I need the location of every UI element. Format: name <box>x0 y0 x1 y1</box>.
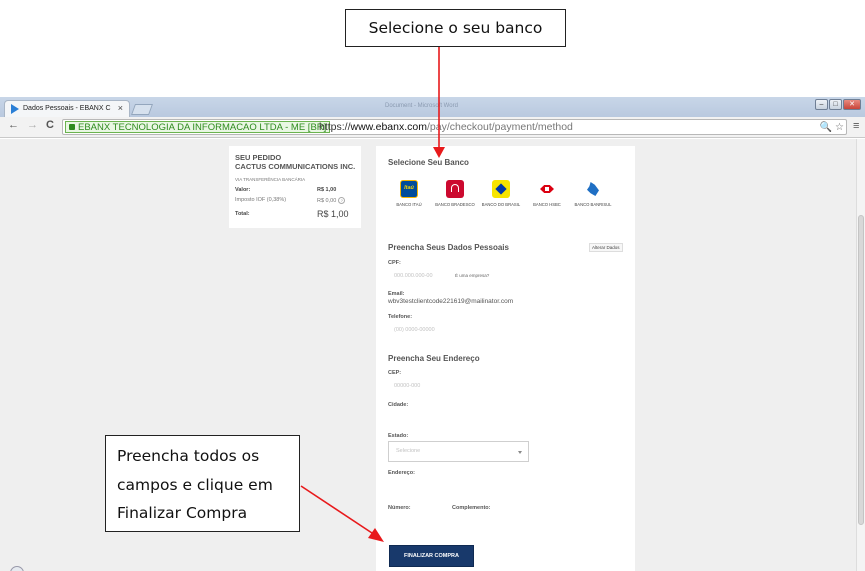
numero-label: Número: <box>388 505 411 511</box>
tab-title: Dados Pessoais - EBANX C <box>23 105 111 112</box>
cidade-label: Cidade: <box>388 402 409 408</box>
bank-name: BANCO BRADESCO <box>435 202 475 207</box>
cpf-label: CPF: <box>388 260 401 266</box>
chevron-down-icon <box>518 451 522 454</box>
cpf-input[interactable]: 000.000.000-00 <box>394 273 433 279</box>
finalizar-compra-button[interactable]: FINALIZAR COMPRA <box>389 545 474 567</box>
bank-name: BANCO HSBC <box>533 202 561 207</box>
complemento-label: Complemento: <box>452 505 491 511</box>
bank-option-itau[interactable]: Itaú BANCO ITAÚ <box>388 180 430 207</box>
lock-icon <box>69 124 75 130</box>
bank-section-title: Selecione Seu Banco <box>388 158 469 167</box>
callout-line: Preencha todos os <box>117 447 260 465</box>
screenshot: Dados Pessoais - EBANX C × Document - Mi… <box>0 0 865 571</box>
iof-value-row: R$ 0,00? <box>317 197 346 204</box>
forward-arrow-icon[interactable]: → <box>27 119 38 131</box>
background-window-title: Document - Microsoft Word <box>385 103 458 109</box>
callout-line: campos e clique em <box>117 475 273 494</box>
total-label: Total: <box>235 211 250 217</box>
address-bar[interactable]: EBANX TECNOLOGIA DA INFORMACAO LTDA - ME… <box>62 119 847 135</box>
telefone-label: Telefone: <box>388 314 413 320</box>
bookmark-star-icon[interactable]: ☆ <box>835 121 844 135</box>
url-domain: www.ebanx.com <box>350 121 427 133</box>
order-heading: SEU PEDIDO <box>235 153 282 162</box>
reload-icon[interactable]: C <box>46 119 54 131</box>
bank-option-bradesco[interactable]: BANCO BRADESCO <box>434 180 476 207</box>
maximize-button[interactable]: □ <box>829 99 842 110</box>
help-icon[interactable]: ? <box>338 197 346 204</box>
url-scheme: https:// <box>319 121 351 133</box>
cep-label: CEP: <box>388 370 402 376</box>
payment-method-note: VIA TRANSFERÊNCIA BANCÁRIA <box>235 177 306 182</box>
checkout-form: Selecione Seu Banco Itaú BANCO ITAÚ BANC… <box>376 146 635 571</box>
valor-value: R$ 1,00 <box>317 187 337 193</box>
estado-select-value: Selecione <box>396 448 421 454</box>
address-title: Preencha Seu Endereço <box>388 354 480 363</box>
itau-logo-icon: Itaú <box>400 180 418 198</box>
personal-data-title: Preencha Seus Dados Pessoais <box>388 243 509 252</box>
bank-option-banco-do-brasil[interactable]: BANCO DO BRASIL <box>480 180 522 207</box>
back-arrow-icon[interactable]: ← <box>8 119 19 131</box>
alterar-dados-button[interactable]: Alterar Dados <box>589 243 623 252</box>
total-value: R$ 1,00 <box>317 209 349 219</box>
iof-value: R$ 0,00 <box>317 198 337 204</box>
merchant-name: CACTUS COMMUNICATIONS INC. <box>235 162 356 171</box>
ev-certificate-badge[interactable]: EBANX TECNOLOGIA DA INFORMACAO LTDA - ME… <box>65 121 331 133</box>
iof-label: Imposto IOF (0,38%) <box>235 197 287 203</box>
bank-name: BANCO BANRISUL <box>574 202 612 207</box>
callout-fill-fields: Preencha todos os campos e clique em Fin… <box>105 435 300 532</box>
endereco-label: Endereço: <box>388 470 415 476</box>
url-path: /pay/checkout/payment/method <box>426 121 573 133</box>
play-favicon-icon <box>11 104 19 114</box>
bradesco-logo-icon <box>446 180 464 198</box>
scrollbar-thumb[interactable] <box>858 215 864 525</box>
telefone-input[interactable]: (00) 0000-00000 <box>394 327 435 333</box>
bank-option-banrisul[interactable]: BANCO BANRISUL <box>572 180 614 207</box>
minimize-button[interactable]: – <box>815 99 828 110</box>
valor-label: Valor: <box>235 187 251 193</box>
callout-line: Finalizar Compra <box>117 504 248 522</box>
browser-tab[interactable]: Dados Pessoais - EBANX C × <box>4 100 130 117</box>
bank-name: BANCO DO BRASIL <box>481 202 521 207</box>
window-controls: – □ ✕ <box>815 99 861 110</box>
empresa-link[interactable]: É uma empresa? <box>455 273 489 278</box>
email-input[interactable]: wbv3testclientcode221619@mailinator.com <box>388 298 513 305</box>
banrisul-logo-icon <box>584 180 602 198</box>
estado-select[interactable]: Selecione <box>388 441 529 462</box>
zoom-icon[interactable]: 🔍 <box>820 121 832 135</box>
bank-option-hsbc[interactable]: BANCO HSBC <box>526 180 568 207</box>
banco-do-brasil-logo-icon <box>492 180 510 198</box>
bank-name: BANCO ITAÚ <box>396 202 422 207</box>
hsbc-logo-icon <box>538 180 556 198</box>
close-window-button[interactable]: ✕ <box>843 99 861 110</box>
ev-certificate-name: EBANX TECNOLOGIA DA INFORMACAO LTDA - ME… <box>78 122 327 133</box>
menu-icon[interactable]: ≡ <box>853 120 859 132</box>
url-text: https://www.ebanx.com/pay/checkout/payme… <box>319 120 573 134</box>
email-label: Email: <box>388 291 405 297</box>
callout-select-bank: Selecione o seu banco <box>345 9 566 47</box>
estado-label: Estado: <box>388 433 409 439</box>
order-summary: SEU PEDIDO CACTUS COMMUNICATIONS INC. VI… <box>229 146 361 228</box>
tab-close-icon[interactable]: × <box>118 103 123 113</box>
cep-input[interactable]: 00000-000 <box>394 383 420 389</box>
